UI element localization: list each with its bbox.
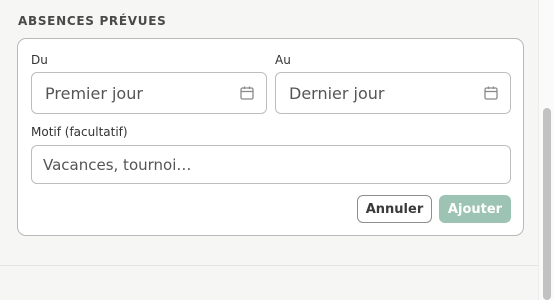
calendar-icon[interactable] <box>239 85 255 101</box>
cancel-button[interactable]: Annuler <box>357 195 432 223</box>
reason-input[interactable]: Vacances, tournoi… <box>31 145 511 184</box>
calendar-icon[interactable] <box>483 85 499 101</box>
section-title: ABSENCES PRÉVUES <box>18 14 167 28</box>
end-date-input[interactable]: Dernier jour <box>275 72 511 114</box>
end-date-placeholder: Dernier jour <box>289 83 385 103</box>
reason-placeholder: Vacances, tournoi… <box>43 155 192 174</box>
start-date-placeholder: Premier jour <box>45 83 143 103</box>
end-date-label: Au <box>275 53 291 67</box>
scrollbar[interactable] <box>538 0 554 300</box>
section-divider <box>0 265 540 266</box>
reason-label: Motif (facultatif) <box>31 125 128 139</box>
absences-panel: ABSENCES PRÉVUES Du Au Premier jour Dern… <box>0 0 554 300</box>
scrollbar-thumb[interactable] <box>543 108 551 300</box>
start-date-input[interactable]: Premier jour <box>31 72 267 114</box>
start-date-label: Du <box>31 53 48 67</box>
add-button[interactable]: Ajouter <box>439 195 511 223</box>
absence-form-card: Du Au Premier jour Dernier jour Motif (f… <box>17 38 524 236</box>
